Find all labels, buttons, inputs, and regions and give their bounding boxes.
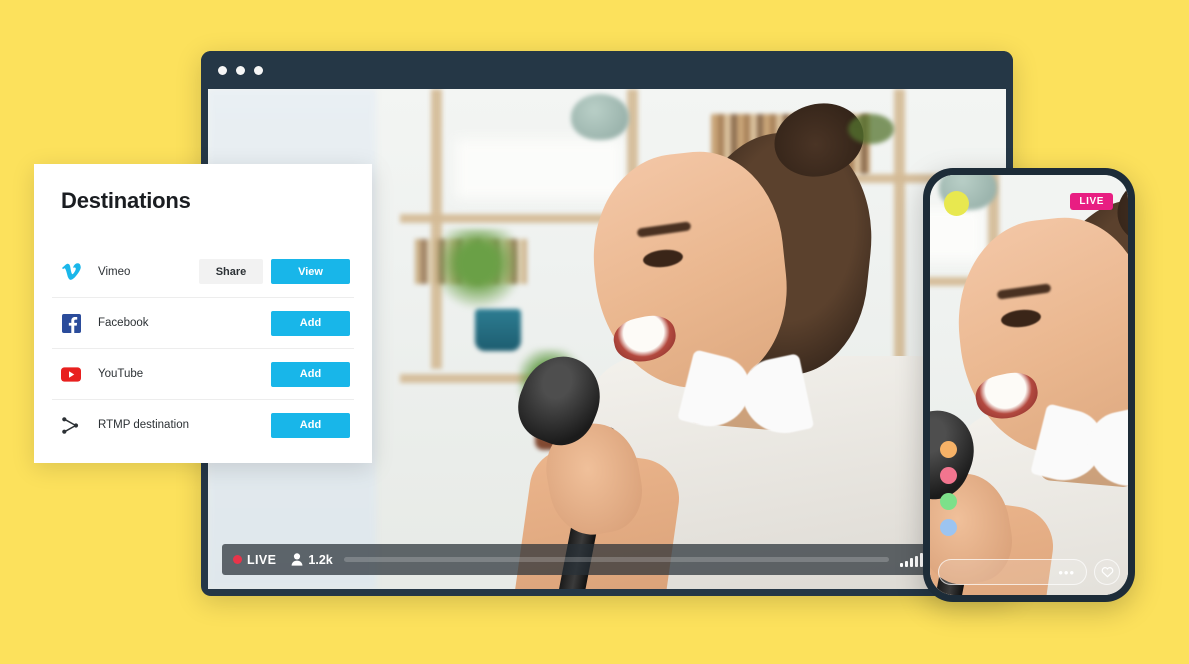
destinations-list: Vimeo Share View Facebook Add YouTube Ad…: [52, 246, 354, 450]
add-button[interactable]: Add: [271, 310, 350, 336]
person-icon: [291, 553, 303, 566]
status-badge: LIVE: [1070, 193, 1113, 210]
youtube-icon: [61, 364, 81, 384]
page-title: Destinations: [61, 188, 191, 213]
share-button[interactable]: Share: [199, 259, 263, 284]
avatar: [940, 519, 957, 536]
add-button[interactable]: Add: [271, 361, 350, 387]
list-item: [940, 493, 1085, 510]
destination-label: YouTube: [98, 368, 144, 380]
destination-actions: Add: [271, 310, 350, 336]
window-minimize-dot[interactable]: [236, 65, 245, 75]
destination-row-facebook[interactable]: Facebook Add: [52, 297, 354, 348]
heart-icon[interactable]: [1094, 559, 1120, 585]
destination-row-rtmp[interactable]: RTMP destination Add: [52, 399, 354, 450]
destination-actions: Add: [271, 412, 350, 438]
view-button[interactable]: View: [271, 259, 350, 284]
list-item: [940, 519, 1085, 536]
presenter-hair-accent: [847, 113, 894, 144]
viewer-count-label: 1.2k: [308, 552, 333, 567]
destinations-panel: Destinations Vimeo Share View Facebook A…: [34, 164, 372, 463]
destination-label: Facebook: [98, 317, 149, 329]
rtmp-share-icon: [61, 415, 81, 435]
facebook-icon: [61, 313, 81, 333]
destination-row-youtube[interactable]: YouTube Add: [52, 348, 354, 399]
window-close-dot[interactable]: [218, 65, 227, 75]
video-player-controls: LIVE 1.2k HD: [222, 544, 992, 575]
destination-actions: Add: [271, 361, 350, 387]
list-item: [940, 441, 1085, 458]
destination-label: Vimeo: [98, 265, 131, 278]
browser-titlebar: [201, 51, 1013, 89]
avatar[interactable]: [944, 191, 969, 216]
ellipsis-icon[interactable]: •••: [1058, 566, 1075, 579]
live-label: LIVE: [247, 552, 277, 567]
list-item: [940, 467, 1085, 484]
add-button[interactable]: Add: [271, 412, 350, 438]
destination-actions: Share View: [199, 259, 350, 284]
avatar: [940, 467, 957, 484]
phone-screen[interactable]: LIVE •••: [930, 175, 1128, 595]
signal-bars-icon[interactable]: [899, 552, 923, 567]
viewer-count: 1.2k: [291, 552, 333, 567]
live-chat-list: [940, 441, 1085, 545]
avatar: [940, 441, 957, 458]
playback-progress-bar[interactable]: [343, 557, 889, 562]
vimeo-icon: [61, 262, 81, 282]
destination-label: RTMP destination: [98, 419, 189, 431]
comment-input[interactable]: •••: [938, 559, 1087, 585]
live-dot-icon: [233, 555, 242, 564]
window-maximize-dot[interactable]: [254, 65, 263, 75]
phone-mockup: LIVE •••: [923, 168, 1135, 602]
phone-bottom-bar: •••: [938, 559, 1120, 585]
avatar: [940, 493, 957, 510]
live-indicator: LIVE: [233, 553, 276, 567]
destination-row-vimeo[interactable]: Vimeo Share View: [52, 246, 354, 297]
